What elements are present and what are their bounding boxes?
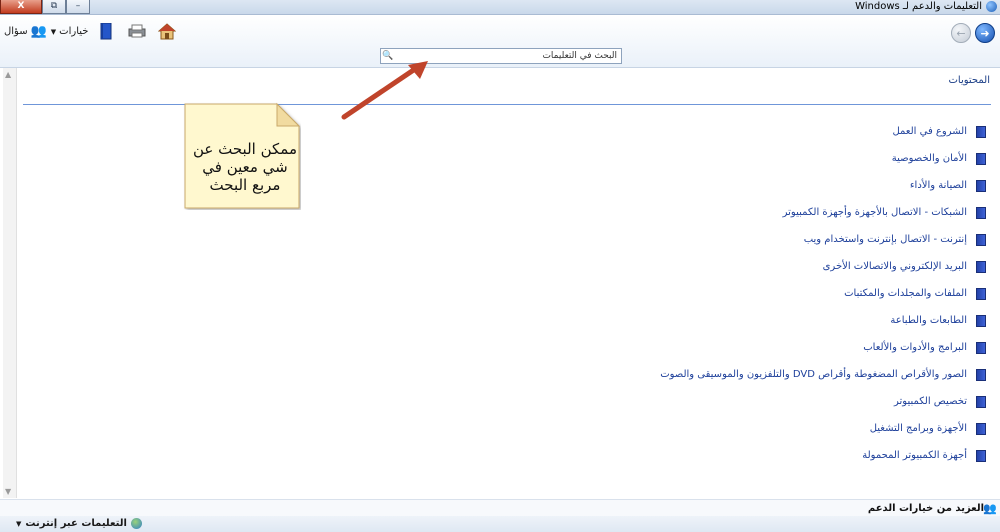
divider <box>23 104 991 105</box>
title-bar: X ⧉ – التعليمات والدعم لـ Windows <box>0 0 1000 15</box>
topic-item[interactable]: إنترنت - الاتصال بإنترنت واستخدام ويب <box>660 226 986 253</box>
options-menu-button[interactable]: خيارات ▼ <box>51 26 89 37</box>
topic-item[interactable]: الصيانة والأداء <box>660 172 986 199</box>
topic-item[interactable]: الصور والأقراص المضغوطة وأقراص DVD والتل… <box>660 361 986 388</box>
print-icon[interactable] <box>128 22 146 40</box>
scroll-up-icon[interactable]: ▲ <box>5 70 11 79</box>
status-bar <box>0 516 1000 532</box>
window-controls: X ⧉ – <box>0 0 90 14</box>
topic-item[interactable]: الأمان والخصوصية <box>660 145 986 172</box>
annotation-arrow <box>341 61 428 120</box>
topic-item[interactable]: أجهزة الكمبيوتر المحمولة <box>660 442 986 469</box>
topic-label: البريد الإلكتروني والاتصالات الأخرى <box>822 261 967 272</box>
window-title: التعليمات والدعم لـ Windows <box>855 1 982 12</box>
topic-label: الشبكات - الاتصال بالأجهزة وأجهزة الكمبي… <box>782 207 967 218</box>
dropdown-arrow-icon: ▼ <box>16 519 22 528</box>
topic-label: الصيانة والأداء <box>909 180 967 191</box>
arrow-right-icon: ➜ <box>980 26 990 40</box>
topic-label: الأجهزة وبرامج التشغيل <box>869 423 967 434</box>
toolbar: ➜ ← خيارات ▼ 👥 سؤال 🔍 <box>0 15 1000 68</box>
close-button[interactable]: X <box>0 0 42 14</box>
online-help-label: التعليمات عبر إنترنت <box>25 518 127 529</box>
topic-item[interactable]: البرامج والأدوات والألعاب <box>660 334 986 361</box>
support-people-icon: 👥 <box>983 502 997 515</box>
topic-list: الشروع في العمل الأمان والخصوصية الصيانة… <box>660 118 986 469</box>
annotation-line: شي معين في <box>202 158 288 176</box>
topic-item[interactable]: الشبكات - الاتصال بالأجهزة وأجهزة الكمبي… <box>660 199 986 226</box>
topic-item[interactable]: تخصيص الكمبيوتر <box>660 388 986 415</box>
vertical-scrollbar[interactable]: ▲ ▼ <box>3 68 17 498</box>
book-icon <box>976 395 986 408</box>
contents-link[interactable]: المحتويات <box>949 75 991 86</box>
book-icon <box>976 233 986 246</box>
home-icon[interactable] <box>158 22 176 40</box>
topic-item[interactable]: الملفات والمجلدات والمكتبات <box>660 280 986 307</box>
arrow-left-icon: ← <box>956 26 966 40</box>
topic-label: أجهزة الكمبيوتر المحمولة <box>862 450 967 461</box>
book-icon <box>976 152 986 165</box>
annotation-text: ممكن البحث عن شي معين في مربع البحث <box>190 140 300 194</box>
book-icon <box>976 341 986 354</box>
dropdown-arrow-icon: ▼ <box>50 27 57 36</box>
topic-label: الشروع في العمل <box>892 126 967 137</box>
book-icon <box>976 179 986 192</box>
online-help-button[interactable]: التعليمات عبر إنترنت ▼ <box>16 518 142 529</box>
book-icon <box>976 287 986 300</box>
book-icon <box>976 314 986 327</box>
topic-item[interactable]: الأجهزة وبرامج التشغيل <box>660 415 986 442</box>
topic-label: إنترنت - الاتصال بإنترنت واستخدام ويب <box>803 234 967 245</box>
topic-label: تخصيص الكمبيوتر <box>894 396 967 407</box>
book-icon <box>976 206 986 219</box>
more-support-link[interactable]: العزيد من خيارات الدعم <box>868 503 984 514</box>
book-icon <box>976 449 986 462</box>
ask-button[interactable]: 👥 سؤال <box>4 24 47 39</box>
toolbar-menu-area: خيارات ▼ 👥 سؤال <box>4 24 88 39</box>
topic-label: الصور والأقراص المضغوطة وأقراص DVD والتل… <box>660 369 967 380</box>
topic-label: الطابعات والطباعة <box>890 315 967 326</box>
book-icon <box>976 422 986 435</box>
topic-label: الأمان والخصوصية <box>891 153 967 164</box>
topic-label: البرامج والأدوات والألعاب <box>863 342 967 353</box>
ask-label: سؤال <box>4 26 28 37</box>
ask-people-icon: 👥 <box>30 24 47 39</box>
minimize-button[interactable]: – <box>66 0 90 14</box>
topic-item[interactable]: الطابعات والطباعة <box>660 307 986 334</box>
topic-item[interactable]: البريد الإلكتروني والاتصالات الأخرى <box>660 253 986 280</box>
scroll-down-icon[interactable]: ▼ <box>5 487 11 496</box>
browse-help-icon[interactable] <box>100 22 112 40</box>
book-icon <box>976 260 986 273</box>
options-label: خيارات <box>59 26 89 37</box>
restore-button[interactable]: ⧉ <box>42 0 66 14</box>
forward-button[interactable]: ➜ <box>975 23 995 43</box>
back-button[interactable]: ← <box>951 23 971 43</box>
annotation-line: ممكن البحث عن <box>193 140 297 158</box>
support-bar <box>0 499 1000 517</box>
book-icon <box>976 125 986 138</box>
annotation-line: مربع البحث <box>209 176 281 194</box>
topic-item[interactable]: الشروع في العمل <box>660 118 986 145</box>
topic-label: الملفات والمجلدات والمكتبات <box>844 288 967 299</box>
help-app-icon <box>986 1 997 12</box>
globe-icon <box>130 518 142 529</box>
book-icon <box>976 368 986 381</box>
